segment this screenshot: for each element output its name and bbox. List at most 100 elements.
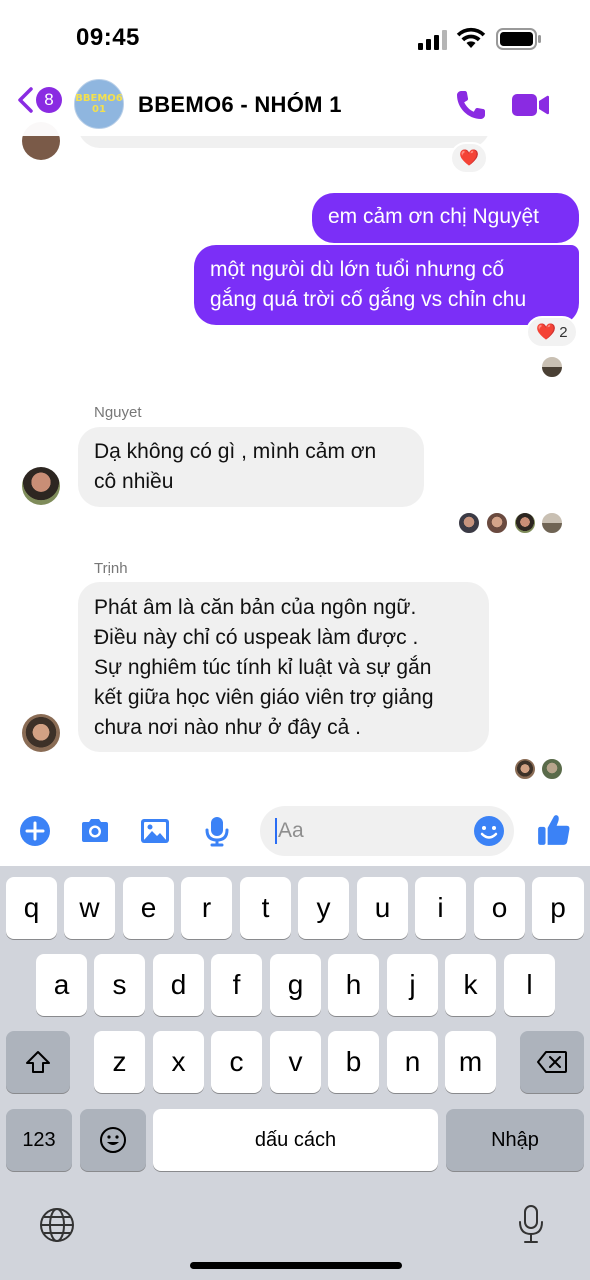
key-l[interactable]: l: [504, 954, 555, 1016]
key-k[interactable]: k: [445, 954, 496, 1016]
avatar-trinh[interactable]: [22, 714, 60, 752]
plus-icon[interactable]: [18, 814, 52, 848]
key-label: t: [261, 892, 270, 923]
reaction-count: 2: [559, 323, 568, 341]
key-o[interactable]: o: [474, 877, 525, 939]
heart-reaction-icon: ❤️: [536, 324, 557, 341]
key-m[interactable]: m: [445, 1031, 496, 1093]
key-z[interactable]: z: [94, 1031, 145, 1093]
key-y[interactable]: y: [298, 877, 349, 939]
key-w[interactable]: w: [64, 877, 115, 939]
key-r[interactable]: r: [181, 877, 232, 939]
key-b[interactable]: b: [328, 1031, 379, 1093]
key-t[interactable]: t: [240, 877, 291, 939]
key-label: b: [345, 1046, 362, 1077]
key-label: f: [232, 969, 241, 1000]
back-button[interactable]: 8: [16, 86, 62, 114]
numbers-key[interactable]: 123: [6, 1109, 72, 1171]
read-receipt-avatar: [541, 758, 563, 780]
chat-title[interactable]: BBEMO6 - NHÓM 1: [138, 92, 342, 118]
key-label: q: [23, 892, 40, 923]
message-text: kết giữa học viên giáo viên trợ giảng: [94, 686, 434, 709]
message-reaction[interactable]: ❤️: [450, 142, 488, 174]
message-incoming[interactable]: Phát âm là căn bản của ngôn ngữ. Điều nà…: [78, 582, 489, 752]
key-e[interactable]: e: [123, 877, 174, 939]
key-label: Nhập: [491, 1128, 539, 1151]
message-text: chưa nơi nào như ở đây cả .: [94, 716, 361, 739]
read-receipt-avatar: [458, 512, 480, 534]
key-label: p: [550, 892, 566, 923]
message-text: Dạ không có gì , mình cảm ơn: [94, 440, 377, 463]
sender-name: Nguyet: [94, 404, 142, 421]
image-icon[interactable]: [138, 814, 172, 848]
group-avatar[interactable]: BBEMO6 01: [74, 79, 124, 129]
key-u[interactable]: u: [357, 877, 408, 939]
key-j[interactable]: j: [387, 954, 438, 1016]
message-incoming[interactable]: Dạ không có gì , mình cảm ơn cô nhiều: [78, 427, 424, 507]
space-key[interactable]: dấu cách: [153, 1109, 438, 1171]
avatar-nguyet[interactable]: [22, 467, 60, 505]
microphone-icon[interactable]: [200, 814, 234, 848]
shift-icon: [26, 1051, 50, 1073]
key-v[interactable]: v: [270, 1031, 321, 1093]
key-h[interactable]: h: [328, 954, 379, 1016]
emoji-key[interactable]: [80, 1109, 146, 1171]
key-q[interactable]: q: [6, 877, 57, 939]
key-label: e: [140, 892, 157, 923]
key-n[interactable]: n: [387, 1031, 438, 1093]
status-bar: 09:45: [0, 0, 590, 72]
key-label: j: [409, 969, 416, 1000]
key-a[interactable]: a: [36, 954, 87, 1016]
backspace-icon: [537, 1051, 567, 1073]
return-key[interactable]: Nhập: [446, 1109, 584, 1171]
cellular-signal-icon: [418, 30, 447, 50]
home-indicator[interactable]: [190, 1262, 402, 1269]
emoji-keyboard-icon: [100, 1127, 126, 1153]
key-label: v: [288, 1046, 303, 1077]
chat-header: 8 BBEMO6 01 BBEMO6 - NHÓM 1: [0, 72, 590, 136]
key-label: z: [112, 1046, 127, 1077]
key-label: d: [170, 969, 187, 1000]
message-reaction[interactable]: ❤️ 2: [526, 316, 578, 348]
message-text: một ngưòi dù lớn tuổi nhưng cố: [210, 258, 505, 281]
read-receipt-avatar: [486, 512, 508, 534]
key-label: w: [79, 892, 100, 923]
dictation-microphone-icon[interactable]: [516, 1204, 546, 1246]
key-label: i: [437, 892, 444, 923]
read-receipt-avatar: [514, 512, 536, 534]
message-text: cô nhiều: [94, 470, 174, 493]
text-caret: [275, 818, 277, 844]
key-g[interactable]: g: [270, 954, 321, 1016]
keyboard: q w e r t y u i o p a s d f g h j k l z …: [0, 866, 590, 1280]
globe-icon[interactable]: [38, 1206, 76, 1244]
backspace-key[interactable]: [520, 1031, 584, 1093]
key-label: h: [345, 969, 362, 1000]
key-x[interactable]: x: [153, 1031, 204, 1093]
message-text: Điều này chỉ có uspeak làm được .: [94, 626, 419, 649]
video-camera-icon[interactable]: [510, 90, 550, 120]
message-text: gắng quá trời cố gắng vs chỉn chu: [210, 288, 527, 311]
status-time: 09:45: [76, 24, 140, 51]
key-f[interactable]: f: [211, 954, 262, 1016]
key-c[interactable]: c: [211, 1031, 262, 1093]
shift-key[interactable]: [6, 1031, 70, 1093]
key-d[interactable]: d: [153, 954, 204, 1016]
key-label: u: [374, 892, 391, 923]
wifi-icon: [456, 27, 486, 48]
key-label: n: [404, 1046, 421, 1077]
key-label: 123: [22, 1128, 56, 1151]
phone-icon[interactable]: [454, 88, 488, 122]
message-outgoing[interactable]: em cảm ơn chị Nguyệt: [312, 193, 579, 243]
read-receipt-avatar: [541, 512, 563, 534]
message-text: Sự nghiêm túc tính kỉ luật và sự gắn: [94, 656, 432, 679]
key-label: m: [458, 1046, 483, 1077]
key-label: k: [463, 969, 478, 1000]
message-outgoing[interactable]: một ngưòi dù lớn tuổi nhưng cố gắng quá …: [194, 245, 579, 325]
camera-icon[interactable]: [78, 814, 112, 848]
thumbs-up-icon[interactable]: [536, 812, 572, 848]
key-p[interactable]: p: [532, 877, 584, 939]
key-s[interactable]: s: [94, 954, 145, 1016]
emoji-icon[interactable]: [472, 814, 506, 848]
key-i[interactable]: i: [415, 877, 466, 939]
key-label: g: [287, 969, 304, 1000]
